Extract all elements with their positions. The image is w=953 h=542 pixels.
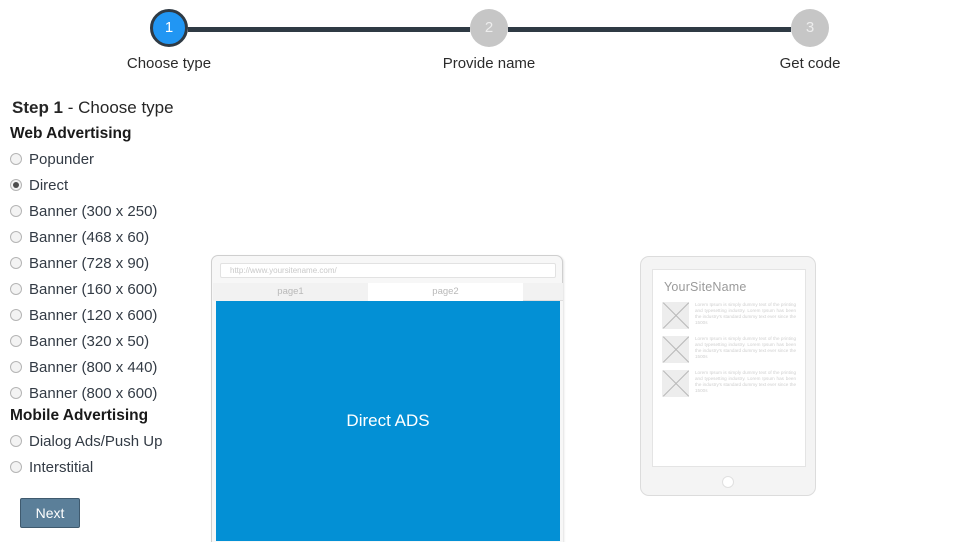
group-title-web: Web Advertising	[10, 125, 132, 142]
next-button[interactable]: Next	[20, 498, 80, 528]
web-option-row[interactable]: Banner (160 x 600)	[10, 276, 210, 302]
tablet-preview-mockup: YourSiteName Lorem Ipsum is simply dummy…	[640, 256, 816, 496]
tablet-site-name: YourSiteName	[664, 280, 747, 294]
tablet-list-item: Lorem Ipsum is simply dummy text of the …	[662, 336, 796, 363]
wizard-stepper: 1 Choose type 2 Provide name 3 Get code	[0, 0, 953, 86]
web-option-label: Banner (300 x 250)	[29, 202, 158, 220]
web-option-label: Banner (160 x 600)	[29, 280, 158, 298]
tablet-list-item: Lorem Ipsum is simply dummy text of the …	[662, 370, 796, 397]
mobile-options-container: Dialog Ads/Push Up Interstitial	[10, 428, 210, 480]
web-option-row[interactable]: Popunder	[10, 146, 210, 172]
web-option-row[interactable]: Banner (120 x 600)	[10, 302, 210, 328]
tablet-list-item: Lorem Ipsum is simply dummy text of the …	[662, 302, 796, 329]
image-placeholder-icon	[662, 336, 689, 363]
page-title: Step 1 - Choose type	[12, 98, 953, 118]
web-option-label: Banner (800 x 440)	[29, 358, 158, 376]
browser-tab-strip: page1 page2	[213, 283, 563, 301]
tablet-item-list: Lorem Ipsum is simply dummy text of the …	[662, 302, 796, 397]
radio-button-icon[interactable]	[10, 153, 22, 165]
web-options-container: Popunder Direct Banner (300 x 250) Banner (…	[10, 146, 210, 406]
tablet-screen: YourSiteName Lorem Ipsum is simply dummy…	[652, 269, 806, 467]
web-option-label: Banner (728 x 90)	[29, 254, 150, 272]
ad-type-option-list: Web Advertising Popunder Direct Banner (30…	[10, 124, 210, 528]
step-circle-1[interactable]: 1	[150, 9, 188, 47]
radio-button-icon[interactable]	[10, 461, 22, 473]
step-circle-3[interactable]: 3	[791, 9, 829, 47]
stepper-connector-2-3	[508, 27, 791, 32]
browser-viewport: Direct ADS	[213, 301, 563, 542]
browser-preview-mockup: http://www.yoursitename.com/ page1 page2…	[211, 255, 563, 542]
radio-button-icon[interactable]	[10, 309, 22, 321]
stepper-step-3[interactable]: 3 Get code	[750, 0, 870, 72]
mobile-option-label: Interstitial	[29, 458, 94, 476]
page-title-suffix: - Choose type	[63, 98, 174, 117]
stepper-connector-1-2	[188, 27, 470, 32]
tablet-home-button-icon	[722, 476, 734, 488]
web-option-label: Banner (320 x 50)	[29, 332, 150, 350]
tablet-item-text: Lorem Ipsum is simply dummy text of the …	[695, 370, 796, 394]
radio-button-icon[interactable]	[10, 335, 22, 347]
group-title-mobile: Mobile Advertising	[10, 407, 149, 424]
web-option-row[interactable]: Banner (728 x 90)	[10, 250, 210, 276]
web-option-row[interactable]: Banner (800 x 600)	[10, 380, 210, 406]
web-option-label: Banner (800 x 600)	[29, 384, 158, 402]
wizard-content: Web Advertising Popunder Direct Banner (30…	[0, 118, 953, 542]
web-option-label: Direct	[29, 176, 69, 194]
mobile-option-row[interactable]: Interstitial	[10, 454, 210, 480]
radio-button-icon[interactable]	[10, 231, 22, 243]
radio-button-icon[interactable]	[10, 179, 22, 191]
web-option-label: Banner (120 x 600)	[29, 306, 158, 324]
web-option-row[interactable]: Direct	[10, 172, 210, 198]
browser-tab-page2: page2	[368, 283, 523, 301]
step-label-1: Choose type	[126, 55, 212, 72]
direct-ad-placeholder: Direct ADS	[216, 301, 560, 541]
browser-url-bar: http://www.yoursitename.com/	[220, 263, 556, 278]
web-option-row[interactable]: Banner (320 x 50)	[10, 328, 210, 354]
radio-button-icon[interactable]	[10, 387, 22, 399]
image-placeholder-icon	[662, 370, 689, 397]
radio-button-icon[interactable]	[10, 205, 22, 217]
tablet-item-text: Lorem Ipsum is simply dummy text of the …	[695, 302, 796, 326]
step-label-3: Get code	[779, 55, 841, 72]
image-placeholder-icon	[662, 302, 689, 329]
step-label-2: Provide name	[442, 55, 536, 72]
web-option-label: Banner (468 x 60)	[29, 228, 150, 246]
mobile-option-label: Dialog Ads/Push Up	[29, 432, 163, 450]
web-option-row[interactable]: Banner (300 x 250)	[10, 198, 210, 224]
step-circle-2[interactable]: 2	[470, 9, 508, 47]
tablet-item-text: Lorem Ipsum is simply dummy text of the …	[695, 336, 796, 360]
radio-button-icon[interactable]	[10, 257, 22, 269]
web-option-row[interactable]: Banner (468 x 60)	[10, 224, 210, 250]
mobile-option-row[interactable]: Dialog Ads/Push Up	[10, 428, 210, 454]
radio-button-icon[interactable]	[10, 435, 22, 447]
radio-button-icon[interactable]	[10, 283, 22, 295]
web-option-label: Popunder	[29, 150, 95, 168]
browser-tab-page1: page1	[213, 283, 368, 301]
stepper-step-1[interactable]: 1 Choose type	[109, 0, 229, 72]
web-option-row[interactable]: Banner (800 x 440)	[10, 354, 210, 380]
stepper-step-2[interactable]: 2 Provide name	[429, 0, 549, 72]
radio-button-icon[interactable]	[10, 361, 22, 373]
page-title-step: Step 1	[12, 98, 64, 117]
